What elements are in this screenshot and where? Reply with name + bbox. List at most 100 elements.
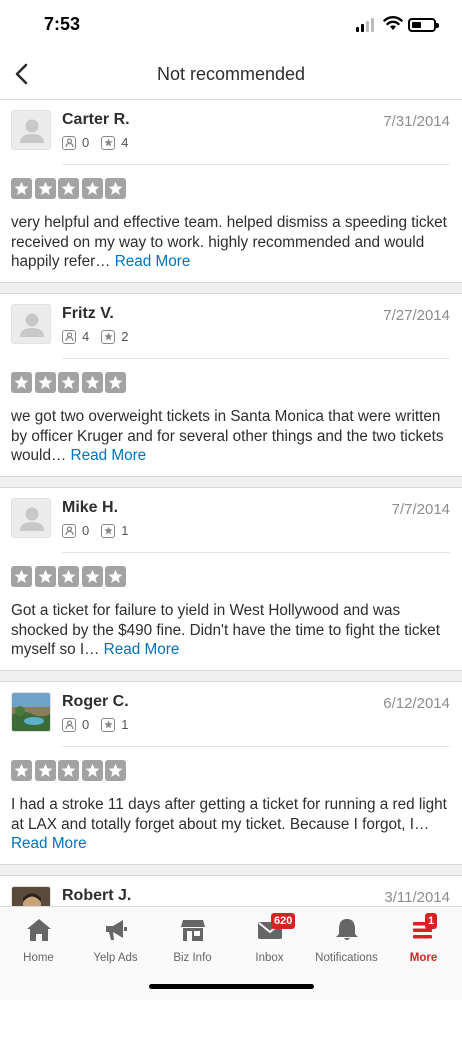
star-icon bbox=[105, 372, 126, 393]
tab-label: Notifications bbox=[315, 952, 378, 964]
read-more-link[interactable]: Read More bbox=[11, 835, 87, 852]
star-icon bbox=[58, 178, 79, 199]
bell-icon bbox=[335, 919, 358, 940]
star-icon bbox=[34, 178, 56, 199]
reviewer-stats: 0 1 bbox=[62, 717, 140, 732]
star-icon bbox=[81, 760, 103, 781]
tab-notifications[interactable]: Notifications bbox=[308, 915, 385, 964]
review-date: 7/27/2014 bbox=[383, 307, 450, 324]
review-count: 1 bbox=[121, 523, 129, 538]
friends-icon bbox=[62, 717, 76, 732]
status-time: 7:53 bbox=[44, 14, 81, 34]
user-avatar-placeholder-icon[interactable] bbox=[11, 498, 51, 538]
star-icon bbox=[81, 178, 103, 199]
friends-count: 0 bbox=[82, 717, 90, 732]
tab-more[interactable]: 1 More bbox=[385, 913, 462, 964]
review-item[interactable]: Carter R. 7/31/2014 0 4 very helpful and… bbox=[0, 100, 462, 282]
star-icon bbox=[105, 178, 126, 199]
storefront-icon bbox=[180, 920, 205, 941]
tab-label: Home bbox=[23, 952, 54, 964]
star-rating bbox=[11, 372, 129, 393]
cellular-signal-icon bbox=[356, 18, 376, 32]
review-text: I had a stroke 11 days after getting a t… bbox=[11, 795, 450, 854]
section-separator bbox=[0, 670, 462, 682]
tab-label: Inbox bbox=[255, 952, 284, 964]
tab-home[interactable]: Home bbox=[0, 915, 77, 964]
battery-icon bbox=[408, 18, 439, 32]
navigation-bar: Not recommended bbox=[0, 48, 462, 100]
page-title: Not recommended bbox=[156, 64, 306, 84]
reviewer-name[interactable]: Carter R. bbox=[62, 111, 130, 129]
star-rating bbox=[11, 760, 129, 781]
review-item[interactable]: Fritz V. 7/27/2014 4 2 we got two overwe… bbox=[0, 294, 462, 476]
star-icon bbox=[11, 566, 32, 587]
review-date: 7/31/2014 bbox=[383, 113, 450, 130]
reviewer-stats: 0 4 bbox=[62, 135, 140, 150]
tab-yelp-ads[interactable]: Yelp Ads bbox=[77, 915, 154, 964]
reviewer-name[interactable]: Mike H. bbox=[62, 499, 118, 517]
reviewer-name[interactable]: Robert J. bbox=[62, 887, 131, 905]
inbox-badge: 620 bbox=[271, 913, 296, 929]
friends-icon bbox=[62, 135, 76, 150]
reviewer-stats: 0 1 bbox=[62, 523, 140, 538]
review-count-star-icon bbox=[101, 135, 116, 150]
star-icon bbox=[105, 566, 126, 587]
read-more-link[interactable]: Read More bbox=[115, 253, 191, 270]
reviewer-name[interactable]: Roger C. bbox=[62, 693, 129, 711]
review-date: 6/12/2014 bbox=[383, 695, 450, 712]
friends-count: 0 bbox=[82, 523, 90, 538]
user-avatar-placeholder-icon[interactable] bbox=[11, 304, 51, 344]
read-more-link[interactable]: Read More bbox=[104, 641, 180, 658]
section-separator bbox=[0, 282, 462, 294]
review-text: very helpful and effective team. helped … bbox=[11, 213, 450, 272]
review-text: Got a ticket for failure to yield in Wes… bbox=[11, 601, 450, 660]
star-icon bbox=[58, 372, 79, 393]
review-snippet: I had a stroke 11 days after getting a t… bbox=[11, 796, 447, 833]
review-count-star-icon bbox=[101, 523, 116, 538]
tab-label: Yelp Ads bbox=[93, 952, 138, 964]
divider bbox=[62, 746, 450, 747]
star-icon bbox=[105, 760, 126, 781]
star-icon bbox=[34, 760, 56, 781]
tab-biz-info[interactable]: Biz Info bbox=[154, 915, 231, 964]
review-count: 4 bbox=[121, 135, 129, 150]
review-item[interactable]: Roger C. 6/12/2014 0 1 I had a stroke 11… bbox=[0, 682, 462, 864]
section-separator bbox=[0, 864, 462, 876]
review-snippet: Got a ticket for failure to yield in Wes… bbox=[11, 602, 440, 658]
section-separator bbox=[0, 476, 462, 488]
star-icon bbox=[11, 372, 32, 393]
home-indicator[interactable] bbox=[149, 984, 314, 989]
tab-label: More bbox=[409, 952, 438, 964]
review-date: 3/11/2014 bbox=[384, 889, 450, 906]
friends-icon bbox=[62, 523, 76, 538]
review-snippet: very helpful and effective team. helped … bbox=[11, 214, 447, 270]
review-count-star-icon bbox=[101, 717, 116, 732]
star-icon bbox=[81, 566, 103, 587]
review-text: we got two overweight tickets in Santa M… bbox=[11, 407, 450, 466]
friends-icon bbox=[62, 329, 76, 344]
friends-count: 0 bbox=[82, 135, 90, 150]
divider bbox=[62, 552, 450, 553]
review-date: 7/7/2014 bbox=[391, 501, 450, 518]
more-badge: 1 bbox=[425, 913, 438, 929]
star-rating bbox=[11, 566, 129, 587]
home-icon bbox=[26, 919, 51, 941]
user-avatar-placeholder-icon[interactable] bbox=[11, 110, 51, 150]
reviewer-name[interactable]: Fritz V. bbox=[62, 305, 114, 323]
star-rating bbox=[11, 178, 129, 199]
read-more-link[interactable]: Read More bbox=[71, 447, 147, 464]
star-icon bbox=[11, 178, 32, 199]
divider bbox=[62, 358, 450, 359]
star-icon bbox=[34, 372, 56, 393]
user-avatar-photo[interactable] bbox=[11, 692, 51, 732]
divider bbox=[62, 164, 450, 165]
review-count: 2 bbox=[121, 329, 129, 344]
review-item[interactable]: Mike H. 7/7/2014 0 1 Got a ticket for fa… bbox=[0, 488, 462, 670]
tab-label: Biz Info bbox=[173, 952, 212, 964]
review-count-star-icon bbox=[101, 329, 116, 344]
star-icon bbox=[34, 566, 56, 587]
megaphone-icon bbox=[105, 920, 127, 940]
tab-inbox[interactable]: 620 Inbox bbox=[231, 913, 308, 964]
wifi-icon bbox=[383, 16, 403, 30]
status-bar: 7:53 bbox=[0, 0, 462, 48]
